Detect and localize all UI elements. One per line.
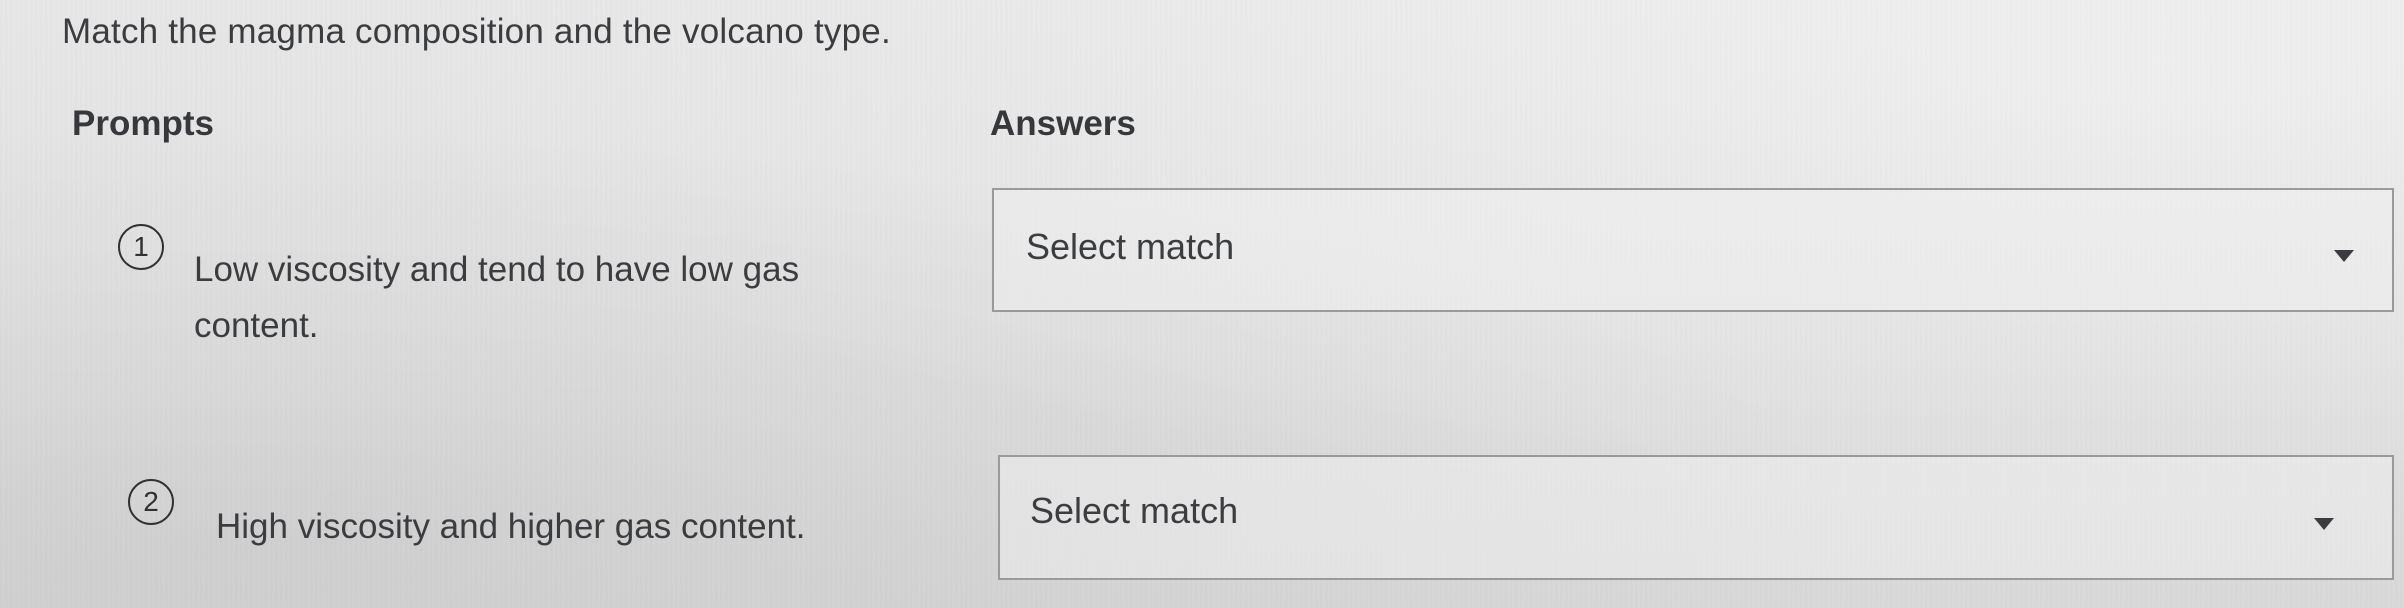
answer-select-1[interactable]: Select match bbox=[992, 188, 2394, 312]
select-placeholder: Select match bbox=[1026, 226, 1235, 267]
caret-down-icon bbox=[2314, 518, 2334, 530]
answer-select-2[interactable]: Select match bbox=[998, 455, 2394, 580]
prompt-number: 2 bbox=[143, 486, 159, 517]
prompt-text: High viscosity and higher gas content. bbox=[216, 507, 806, 546]
prompt-number-badge: 1 bbox=[118, 224, 164, 270]
prompt-number-badge: 2 bbox=[128, 479, 174, 525]
prompt-number: 1 bbox=[133, 231, 149, 262]
answers-header: Answers bbox=[990, 104, 1136, 143]
prompt-text: Low viscosity and tend to have low gas c… bbox=[194, 250, 800, 345]
prompts-header: Prompts bbox=[72, 104, 214, 143]
select-placeholder: Select match bbox=[1030, 490, 1239, 531]
question-title: Match the magma composition and the volc… bbox=[62, 12, 891, 51]
caret-down-icon bbox=[2334, 250, 2354, 262]
